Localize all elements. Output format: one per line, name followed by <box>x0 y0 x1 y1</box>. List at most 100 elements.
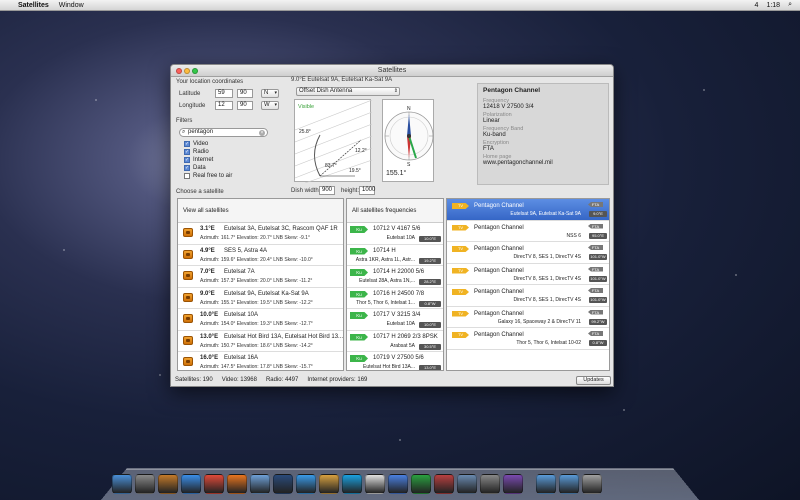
channel-row[interactable]: TV Pentagon Channel NSS 6 FTA 95.0°E <box>447 221 609 242</box>
longitude-direction-select[interactable]: W ▾ <box>261 101 279 110</box>
view-all-satellites-header[interactable]: View all satellites <box>178 199 343 223</box>
orbital-position-badge: 10.0°E <box>419 322 441 328</box>
satellite-row[interactable]: 13.0°E Eutelsat Hot Bird 13A, Eutelsat Ho… <box>178 331 344 352</box>
clear-search-icon[interactable]: × <box>259 129 265 136</box>
longitude-label: Longitude <box>179 103 206 109</box>
satellite-row[interactable]: 7.0°E Eutelsat 7A Azimuth: 157.3° Elevatio… <box>178 266 343 288</box>
satellites-icon[interactable] <box>503 474 523 494</box>
longitude-minutes-field[interactable]: 90 <box>237 101 253 110</box>
satellite-name: Eutelsat 9A, Eutelsat Ka-Sat 9A <box>224 290 309 297</box>
orbital-position-badge: 101.0°W <box>589 297 607 303</box>
close-button[interactable] <box>176 68 182 74</box>
satellite-position: 3.1°E <box>200 226 215 232</box>
folder-icon[interactable] <box>536 474 556 494</box>
channel-row[interactable]: TV Pentagon Channel DirecTV 8, SES 1, Dire… <box>447 264 609 285</box>
ibooks-icon[interactable] <box>319 474 339 494</box>
latitude-minutes-field[interactable]: 90 <box>237 89 253 98</box>
antenna-type-select[interactable]: Offset Dish Antenna ⇕ <box>296 87 400 96</box>
satellite-dish-icon <box>183 292 193 302</box>
zoom-button[interactable] <box>192 68 198 74</box>
band-tag: Ku <box>350 333 368 341</box>
minimize-button[interactable] <box>184 68 190 74</box>
clock[interactable]: 1:18 <box>766 2 780 9</box>
radio-count: Radio: 4497 <box>265 377 299 383</box>
channel-name: Pentagon Channel <box>474 310 524 317</box>
filter-data[interactable]: ✓ Data <box>184 165 206 171</box>
longitude-degrees-field[interactable]: 12 <box>215 101 233 110</box>
encryption-value: FTA <box>483 146 494 152</box>
filter-internet[interactable]: ✓ Internet <box>184 157 213 163</box>
latitude-degrees-field[interactable]: 59 <box>215 89 233 98</box>
photo-booth-icon[interactable] <box>434 474 454 494</box>
battery-icon[interactable]: 4 <box>755 2 759 9</box>
channel-name: Pentagon Channel <box>474 267 524 274</box>
calendar-icon[interactable] <box>365 474 385 494</box>
satellite-row[interactable]: 16.0°E Eutelsat 16A Azimuth: 147.5° Elevat… <box>178 352 343 370</box>
homepage-link[interactable]: www.pentagonchannel.mil <box>483 160 603 166</box>
satellite-name: Eutelsat Hot Bird 13A, Eutelsat Hot Bird… <box>224 333 344 340</box>
frequency-row[interactable]: Ku 10714 H Astra 1KR, Astra 1L, Astr... 19.… <box>347 245 443 266</box>
app-store-icon[interactable] <box>181 474 201 494</box>
dish-width-field[interactable]: 900 <box>319 186 335 195</box>
mail-icon[interactable] <box>250 474 270 494</box>
utorrent-icon[interactable] <box>411 474 431 494</box>
menu-bar: Satellites Window 4 1:18 ⌕ <box>0 0 800 11</box>
all-frequencies-header[interactable]: All satellites frequencies <box>347 199 443 223</box>
tv-tag: TV <box>452 310 469 317</box>
band-tag: Ku <box>350 355 368 362</box>
filter-radio[interactable]: ✓ Radio <box>184 149 209 155</box>
band-tag: Ku <box>350 226 368 233</box>
finder-icon[interactable] <box>112 474 132 494</box>
iphoto-icon[interactable] <box>457 474 477 494</box>
quicktime-icon[interactable] <box>273 474 293 494</box>
frequency-satellites: Eutelsat Hot Bird 13A... <box>363 364 415 370</box>
satellite-dish-icon <box>183 335 193 345</box>
satellite-details: Azimuth: 155.1° Elevation: 19.5° LNB Ske… <box>200 299 313 306</box>
status-bar: Satellites: 190 Video: 13968 Radio: 4497… <box>175 377 367 383</box>
satellite-row[interactable]: 3.1°E Eutelsat 3A, Eutelsat 3C, Rascom QA… <box>178 223 343 245</box>
channel-row[interactable]: TV Pentagon Channel Eutelsat 9A, Eutelsat … <box>447 199 609 221</box>
system-prefs-icon[interactable] <box>480 474 500 494</box>
frequency-row[interactable]: Ku 10716 H 24500 7/8 Thor 5, Thor 6, Intel… <box>347 288 443 309</box>
compass: N S 155.1° <box>382 99 434 182</box>
filter-search-input[interactable]: ⌕ pentagon × <box>179 128 268 137</box>
frequency-satellites: Astra 1KR, Astra 1L, Astr... <box>355 256 415 263</box>
itunes-icon[interactable] <box>388 474 408 494</box>
preview-icon[interactable] <box>158 474 178 494</box>
launchpad-icon[interactable] <box>135 474 155 494</box>
filter-free-to-air[interactable]: Real free to air <box>184 173 232 179</box>
skype-icon[interactable] <box>342 474 362 494</box>
frequency-row[interactable]: Ku 10717 V 3215 3/4 Eutelsat 10A 10.0°E <box>347 309 443 331</box>
frequency-row[interactable]: Ku 10712 V 4167 5/6 Eutelsat 10A 10.0°E <box>347 223 443 245</box>
fta-tag: FTA <box>588 202 603 207</box>
search-icon[interactable]: ⌕ <box>788 1 792 9</box>
latitude-direction-select[interactable]: N ▾ <box>261 89 279 98</box>
channel-satellites: DirecTV 8, SES 1, DirecTV 4S <box>513 254 581 260</box>
trash-icon[interactable] <box>582 474 602 494</box>
safari-icon[interactable] <box>296 474 316 494</box>
frequency-row[interactable]: Ku 10719 V 27500 5/6 Eutelsat Hot Bird 13A… <box>347 352 443 370</box>
satellite-name: SES 5, Astra 4A <box>224 247 268 254</box>
satellite-details: Azimuth: 159.6° Elevation: 20.4° LNB Ske… <box>200 256 313 263</box>
channel-row[interactable]: TV Pentagon Channel DirecTV 8, SES 1, Dire… <box>447 285 609 307</box>
satellite-row[interactable]: 4.9°E SES 5, Astra 4A Azimuth: 159.6° Elev… <box>178 245 343 266</box>
satellite-name: Eutelsat 3A, Eutelsat 3C, Rascom QAF 1R <box>224 226 338 232</box>
frequency-row[interactable]: Ku 10714 H 22000 5/6 Eutelsat 28A, Astra 1… <box>347 266 443 288</box>
filter-video[interactable]: ✓ Video <box>184 141 208 147</box>
chrome-icon[interactable] <box>204 474 224 494</box>
channel-row[interactable]: TV Pentagon Channel Thor 5, Thor 6, Intels… <box>447 328 609 350</box>
fta-tag: FTA <box>588 266 603 272</box>
channel-row[interactable]: TV Pentagon Channel Galaxy 16, Spaceway 2 … <box>447 307 609 328</box>
downloads-icon[interactable] <box>559 474 579 494</box>
satellite-row[interactable]: 10.0°E Eutelsat 10A Azimuth: 154.0° Elevat… <box>178 309 343 331</box>
window-menu[interactable]: Window <box>59 2 84 9</box>
satellite-row[interactable]: 9.0°E Eutelsat 9A, Eutelsat Ka-Sat 9A Azim… <box>178 288 343 309</box>
frequency-row[interactable]: Ku 10717 H 2069 2/3 8PSK Arabsat 5A 30.5°E <box>347 331 443 352</box>
frequency-value: 12418 V 27500 3/4 <box>483 104 534 110</box>
app-menu[interactable]: Satellites <box>18 2 49 9</box>
channel-row[interactable]: TV Pentagon Channel DirecTV 8, SES 1, Dire… <box>447 242 609 264</box>
updates-button[interactable]: Updates <box>576 376 611 385</box>
band-tag: Ku <box>350 290 368 298</box>
dish-height-field[interactable]: 1000 <box>359 186 375 195</box>
firefox-icon[interactable] <box>227 474 247 494</box>
